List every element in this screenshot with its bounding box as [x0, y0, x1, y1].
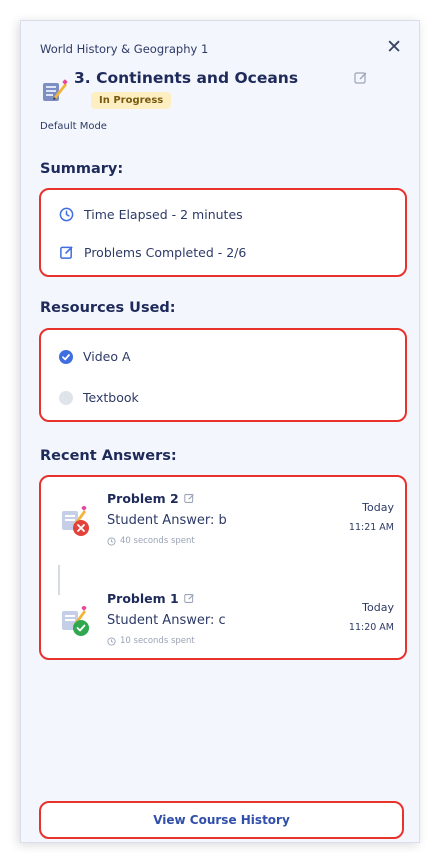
problems-completed-text: Problems Completed - 2/6 — [84, 245, 247, 260]
edit-icon[interactable] — [354, 71, 368, 85]
time-elapsed-row: Time Elapsed - 2 minutes — [59, 207, 243, 222]
lesson-icon — [43, 79, 68, 101]
summary-heading: Summary: — [40, 161, 124, 177]
problem-wrong-icon — [62, 506, 89, 536]
edit-icon[interactable] — [183, 593, 195, 604]
clock-icon — [107, 636, 116, 646]
resources-box: Video A Textbook — [39, 328, 407, 422]
problem-title: Problem 2 — [107, 491, 195, 506]
answer-item[interactable]: Problem 1 Student Answer: c 10 seconds s… — [59, 591, 394, 671]
recent-answers-heading: Recent Answers: — [40, 448, 177, 464]
problem-correct-icon — [62, 606, 89, 636]
answer-item[interactable]: Problem 2 Student Answer: b 40 seconds s… — [59, 491, 394, 571]
view-course-history-button[interactable]: View Course History — [39, 801, 404, 839]
resource-item[interactable]: Video A — [59, 349, 131, 364]
problem-title: Problem 1 — [107, 591, 195, 606]
clock-icon — [59, 207, 74, 222]
unchecked-icon — [59, 390, 73, 405]
time-spent: 40 seconds spent — [107, 536, 195, 546]
student-answer: Student Answer: c — [107, 613, 226, 628]
problems-completed-row: Problems Completed - 2/6 — [59, 245, 246, 260]
answer-time: 11:21 AM — [348, 522, 394, 533]
course-name: World History & Geography 1 — [40, 42, 209, 56]
time-spent: 10 seconds spent — [107, 636, 195, 646]
lesson-title: 3. Continents and Oceans — [74, 69, 299, 87]
edit-icon[interactable] — [183, 493, 195, 504]
resource-label: Textbook — [83, 390, 139, 405]
close-icon[interactable]: ✕ — [386, 36, 402, 58]
resource-label: Video A — [83, 349, 131, 364]
course-progress-panel: World History & Geography 1 ✕ 3. Contine… — [20, 20, 420, 843]
resources-heading: Resources Used: — [40, 300, 176, 316]
answer-day: Today — [362, 601, 394, 614]
time-elapsed-text: Time Elapsed - 2 minutes — [84, 207, 243, 222]
answer-time: 11:20 AM — [348, 622, 394, 633]
summary-box: Time Elapsed - 2 minutes Problems Comple… — [39, 188, 407, 277]
clock-icon — [107, 536, 116, 546]
resource-item[interactable]: Textbook — [59, 390, 139, 405]
problems-icon — [60, 246, 73, 259]
check-icon — [59, 349, 73, 364]
student-answer: Student Answer: b — [107, 513, 227, 528]
mode-label: Default Mode — [40, 121, 107, 132]
status-badge: In Progress — [91, 92, 172, 109]
answer-day: Today — [362, 501, 394, 514]
